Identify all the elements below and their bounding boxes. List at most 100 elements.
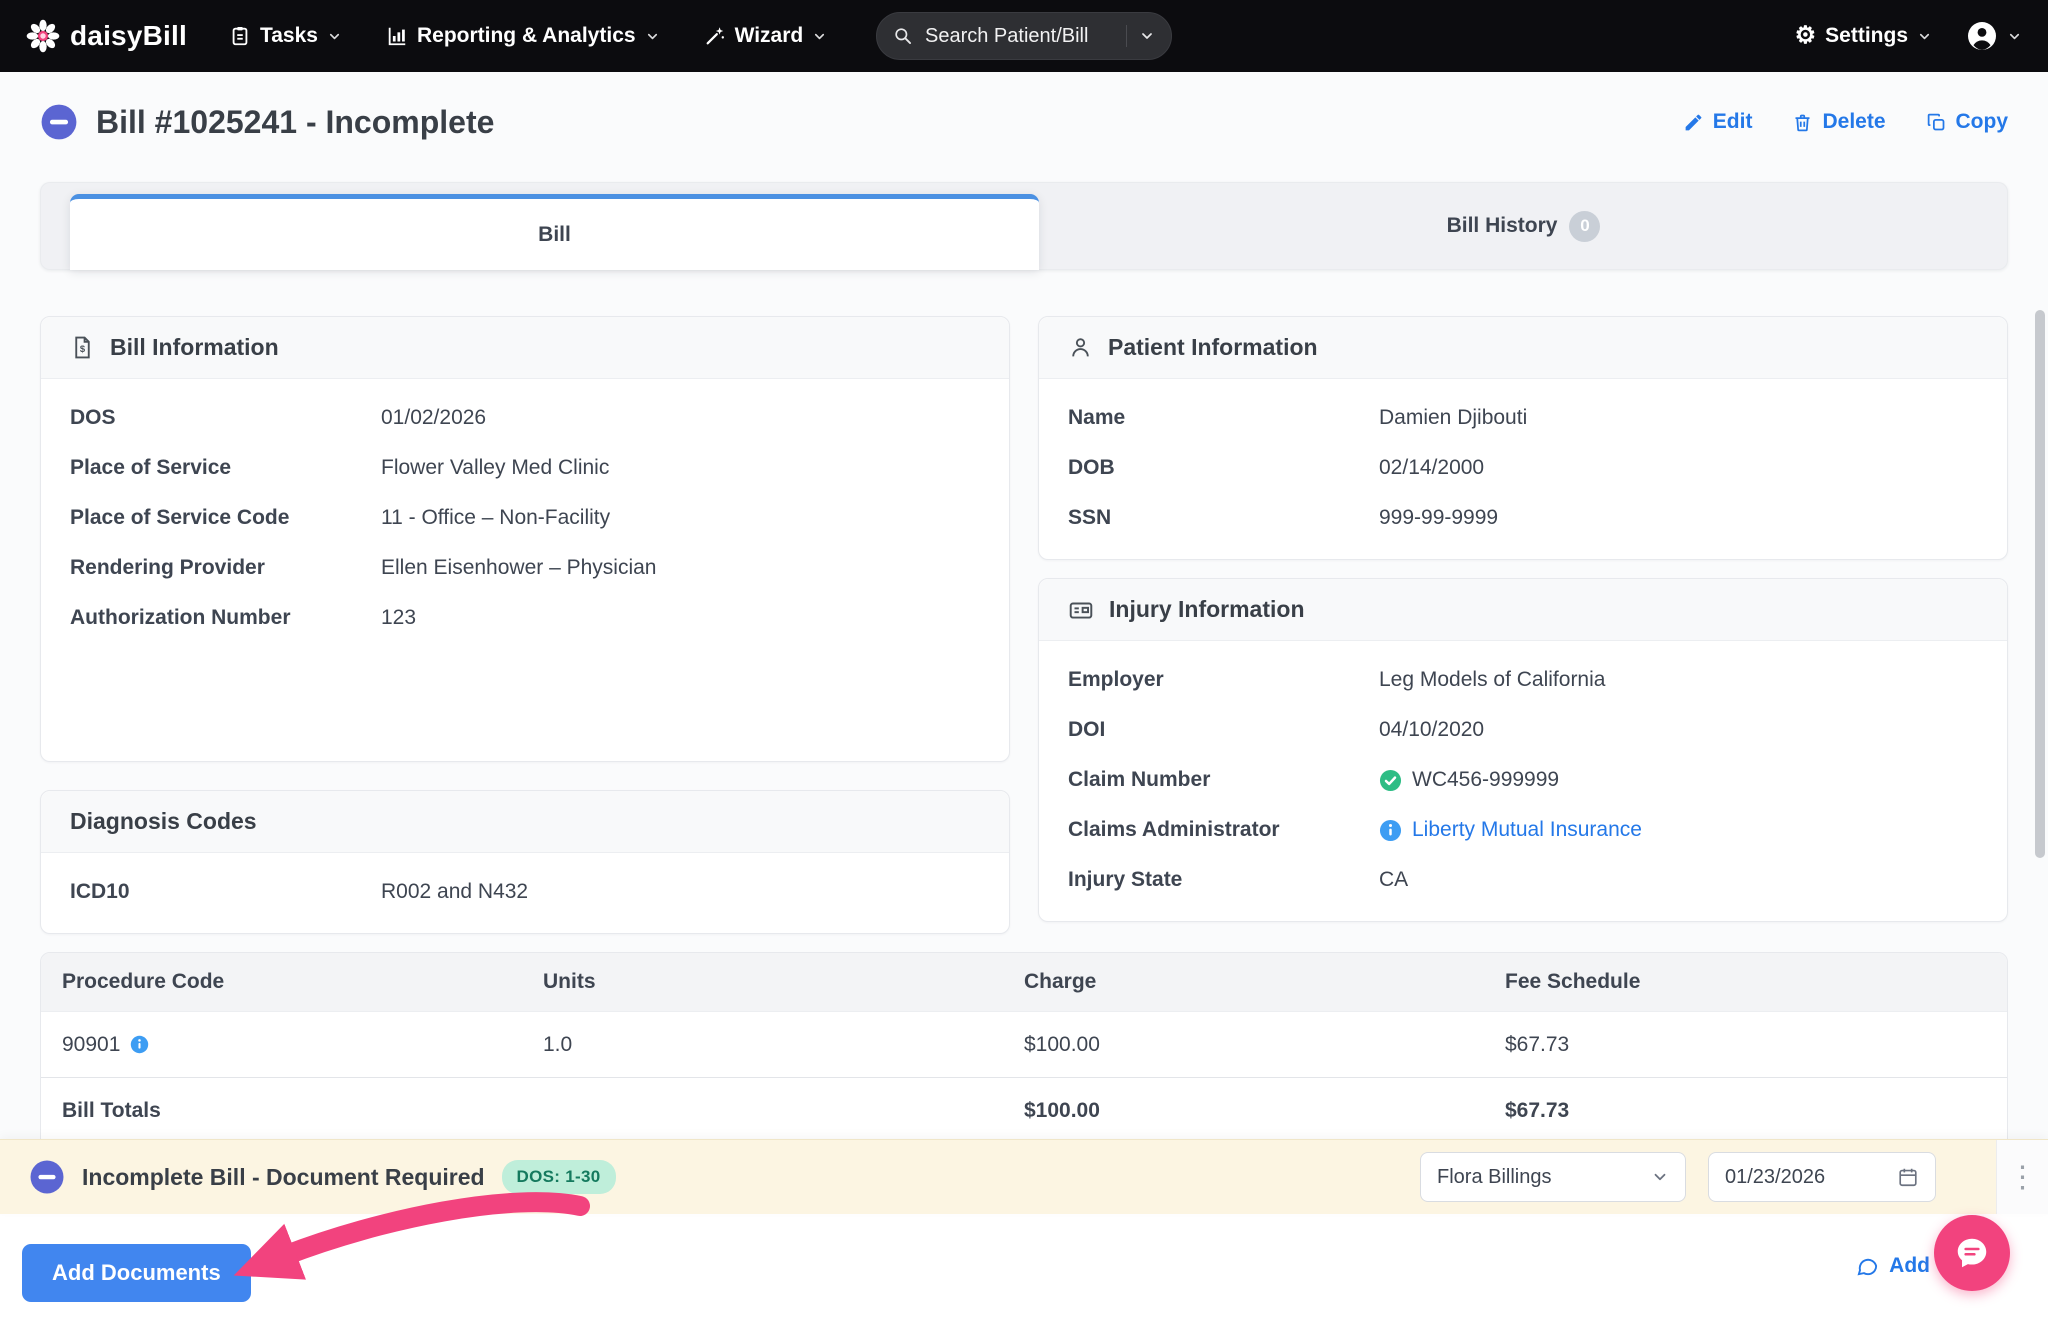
col-procedure-code: Procedure Code (62, 970, 543, 994)
field-value: 02/14/2000 (1379, 456, 1484, 480)
search-patient-bill[interactable]: Search Patient/Bill (876, 12, 1172, 60)
bill-info-row-rendering-provider: Rendering Provider Ellen Eisenhower – Ph… (70, 543, 980, 593)
injury-information-title: Injury Information (1109, 596, 1305, 623)
chat-launcher-button[interactable] (1934, 1215, 2010, 1291)
chevron-down-icon (1651, 1168, 1669, 1186)
chevron-down-icon (1917, 29, 1932, 44)
bill-totals-charge: $100.00 (1024, 1099, 1505, 1123)
menu-wizard-label: Wizard (735, 24, 804, 48)
banner-title: Incomplete Bill - Document Required (82, 1164, 485, 1191)
pencil-icon (1683, 112, 1704, 133)
field-label: SSN (1068, 506, 1379, 530)
field-label: Name (1068, 406, 1379, 430)
delete-button[interactable]: Delete (1792, 110, 1885, 134)
field-label: Claims Administrator (1068, 818, 1379, 842)
chat-bubble-icon (1856, 1255, 1879, 1278)
procedure-charge: $100.00 (1024, 1033, 1505, 1057)
copy-button[interactable]: Copy (1926, 110, 2009, 134)
diagnosis-codes-card: Diagnosis Codes ICD10 R002 and N432 (40, 790, 1010, 934)
menu-account[interactable] (1966, 20, 2022, 52)
field-label: Authorization Number (70, 606, 381, 630)
trash-icon (1792, 112, 1813, 133)
field-value: Damien Djibouti (1379, 406, 1527, 430)
menu-wizard[interactable]: Wizard (704, 24, 828, 48)
chevron-down-icon (812, 29, 827, 44)
add-documents-button[interactable]: Add Documents (22, 1244, 251, 1302)
edit-button[interactable]: Edit (1683, 110, 1753, 134)
brand-logo[interactable]: daisyBill (26, 19, 187, 53)
edit-label: Edit (1713, 110, 1753, 134)
field-label: Injury State (1068, 868, 1379, 892)
bill-information-card: $ Bill Information DOS 01/02/2026 Place … (40, 316, 1010, 762)
field-value: Ellen Eisenhower – Physician (381, 556, 656, 580)
bill-info-row-dos: DOS 01/02/2026 (70, 393, 980, 443)
field-value: 11 - Office – Non-Facility (381, 506, 610, 530)
assignee-value: Flora Billings (1437, 1166, 1551, 1189)
chat-icon (1953, 1234, 1991, 1272)
injury-information-card: Injury Information Employer Leg Models o… (1038, 578, 2008, 922)
diagnosis-codes-title: Diagnosis Codes (70, 808, 257, 835)
procedure-fee: $67.73 (1505, 1033, 1986, 1057)
injury-row-employer: Employer Leg Models of California (1068, 655, 1978, 705)
due-date-input[interactable]: 01/23/2026 (1708, 1152, 1936, 1202)
field-label: DOS (70, 406, 381, 430)
add-note-label: Add (1889, 1254, 1930, 1278)
assignee-select[interactable]: Flora Billings (1420, 1152, 1686, 1202)
col-fee-schedule: Fee Schedule (1505, 970, 1986, 994)
dos-badge: DOS: 1-30 (502, 1160, 616, 1194)
tab-bill[interactable]: Bill (70, 194, 1039, 270)
info-circle-icon[interactable] (1379, 819, 1402, 842)
bill-totals-row: Bill Totals $100.00 $67.73 (41, 1077, 2007, 1143)
procedure-units: 1.0 (543, 1033, 1024, 1057)
copy-label: Copy (1956, 110, 2009, 134)
claims-administrator-link[interactable]: Liberty Mutual Insurance (1412, 818, 1642, 842)
menu-tasks[interactable]: Tasks (229, 24, 342, 48)
field-label: Rendering Provider (70, 556, 381, 580)
field-label: Claim Number (1068, 768, 1379, 792)
chevron-down-icon (645, 29, 660, 44)
account-icon (1966, 20, 1998, 52)
procedure-table-header: Procedure Code Units Charge Fee Schedule (41, 953, 2007, 1011)
reporting-chart-icon (386, 25, 408, 47)
search-icon (893, 26, 913, 46)
field-value: Leg Models of California (1379, 668, 1605, 692)
patient-information-title: Patient Information (1108, 334, 1318, 361)
menu-settings[interactable]: ⚙ Settings (1795, 24, 1932, 48)
field-label: Place of Service Code (70, 506, 381, 530)
injury-row-claim-number: Claim Number WC456-999999 (1068, 755, 1978, 805)
patient-row-ssn: SSN 999-99-9999 (1068, 493, 1978, 543)
patient-row-dob: DOB 02/14/2000 (1068, 443, 1978, 493)
procedure-code: 90901 (62, 1033, 120, 1057)
bill-information-title: Bill Information (110, 334, 279, 361)
info-circle-icon[interactable] (130, 1035, 149, 1054)
daisy-logo-icon (26, 19, 60, 53)
field-label: DOB (1068, 456, 1379, 480)
add-note-link[interactable]: Add (1856, 1254, 1930, 1278)
patient-row-name: Name Damien Djibouti (1068, 393, 1978, 443)
menu-reporting-analytics[interactable]: Reporting & Analytics (386, 24, 660, 48)
incomplete-bill-banner: Incomplete Bill - Document Required DOS:… (0, 1140, 2048, 1214)
brand-name: daisyBill (70, 20, 187, 52)
injury-card-icon (1068, 597, 1094, 623)
bill-document-icon: $ (70, 335, 95, 360)
field-value: Flower Valley Med Clinic (381, 456, 609, 480)
patient-icon (1068, 335, 1093, 360)
vertical-scrollbar[interactable] (2035, 310, 2045, 858)
wizard-wand-icon (704, 25, 726, 47)
field-value: 123 (381, 606, 416, 630)
tasks-icon (229, 25, 251, 47)
search-divider (1126, 25, 1127, 47)
field-value: 04/10/2020 (1379, 718, 1484, 742)
more-options-button[interactable]: ⋮ (1996, 1140, 2048, 1214)
tab-bill-history[interactable]: Bill History 0 (1039, 182, 2008, 270)
bill-totals-fee: $67.73 (1505, 1099, 1986, 1123)
calendar-icon (1897, 1166, 1919, 1188)
diagnosis-row-icd10: ICD10 R002 and N432 (70, 867, 980, 917)
check-circle-icon (1379, 769, 1402, 792)
history-count-badge: 0 (1569, 211, 1600, 242)
field-value: R002 and N432 (381, 880, 528, 904)
field-label: ICD10 (70, 880, 381, 904)
menu-tasks-label: Tasks (260, 24, 318, 48)
col-units: Units (543, 970, 1024, 994)
main-menu: Tasks Reporting & Analytics Wiz (229, 24, 827, 48)
